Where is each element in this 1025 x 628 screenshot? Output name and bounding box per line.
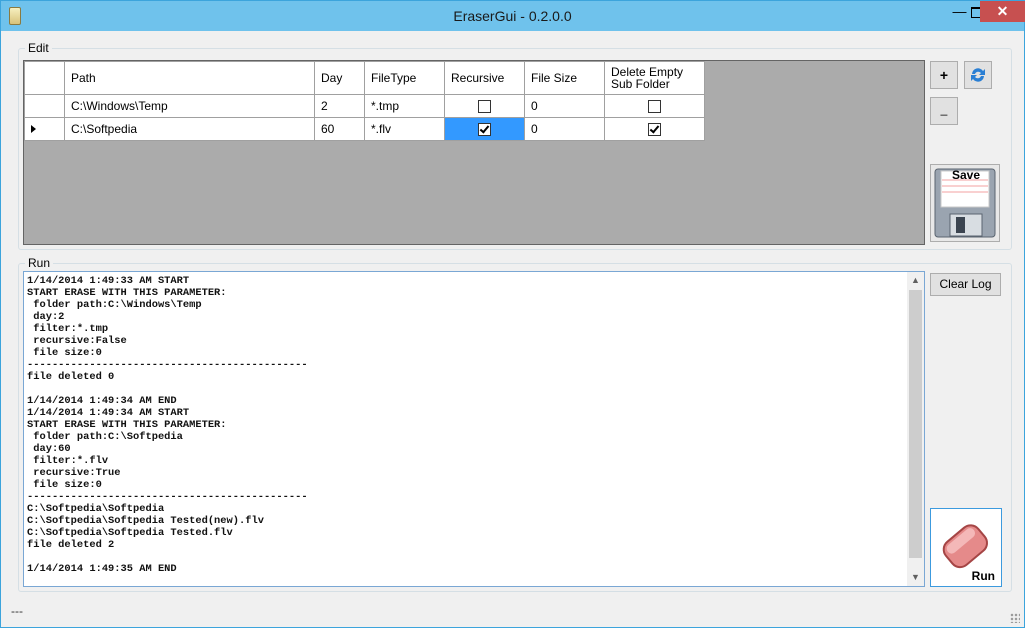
row-header-corner	[24, 61, 65, 95]
cell-filesize[interactable]: 0	[524, 117, 605, 141]
close-button[interactable]: ✕	[980, 1, 1025, 22]
recursive-checkbox[interactable]	[478, 100, 491, 114]
col-header-path[interactable]: Path	[64, 61, 315, 95]
scroll-thumb[interactable]	[909, 290, 922, 558]
delete-empty-checkbox[interactable]	[648, 123, 661, 137]
cell-day[interactable]: 2	[314, 94, 365, 118]
rules-grid[interactable]: Path Day FileType Recursive File Size De…	[23, 60, 925, 245]
resize-grip-icon[interactable]	[1010, 613, 1020, 623]
col-header-recursive[interactable]: Recursive	[444, 61, 525, 95]
clear-log-button[interactable]: Clear Log	[930, 273, 1001, 296]
row-header[interactable]	[24, 117, 65, 141]
log-textarea[interactable]: 1/14/2014 1:49:33 AM START START ERASE W…	[23, 271, 925, 587]
run-group-label: Run	[25, 256, 54, 270]
save-button[interactable]: Save	[930, 164, 1000, 242]
cell-recursive[interactable]	[444, 94, 525, 118]
remove-row-button[interactable]: _	[930, 97, 958, 125]
col-header-day[interactable]: Day	[314, 61, 365, 95]
title-bar[interactable]: EraserGui - 0.2.0.0 — ✕	[1, 1, 1025, 31]
grid-row[interactable]: C:\Softpedia 60 *.flv 0	[24, 117, 705, 141]
app-window: EraserGui - 0.2.0.0 — ✕ Edit Path Day Fi…	[0, 0, 1025, 628]
cell-day[interactable]: 60	[314, 117, 365, 141]
save-label: Save	[951, 168, 981, 182]
grid-row[interactable]: C:\Windows\Temp 2 *.tmp 0	[24, 94, 705, 118]
cell-delete-empty[interactable]	[604, 94, 705, 118]
scroll-down-icon[interactable]: ▼	[907, 569, 924, 586]
cell-path[interactable]: C:\Softpedia	[64, 117, 315, 141]
col-header-filetype[interactable]: FileType	[364, 61, 445, 95]
run-button[interactable]: Run	[930, 508, 1002, 587]
current-row-icon	[31, 125, 36, 133]
run-label: Run	[971, 569, 995, 583]
cell-filetype[interactable]: *.flv	[364, 117, 445, 141]
edit-group-label: Edit	[25, 41, 52, 55]
cell-delete-empty[interactable]	[604, 117, 705, 141]
cell-filetype[interactable]: *.tmp	[364, 94, 445, 118]
recursive-checkbox[interactable]	[478, 123, 491, 137]
scroll-up-icon[interactable]: ▲	[907, 272, 924, 289]
cell-filesize[interactable]: 0	[524, 94, 605, 118]
refresh-icon	[971, 68, 985, 82]
add-row-button[interactable]: +	[930, 61, 958, 89]
rules-table: Path Day FileType Recursive File Size De…	[24, 61, 705, 141]
cell-path[interactable]: C:\Windows\Temp	[64, 94, 315, 118]
row-header[interactable]	[24, 94, 65, 118]
status-bar-text: ---	[11, 604, 23, 618]
window-title: EraserGui - 0.2.0.0	[453, 8, 572, 24]
delete-empty-checkbox[interactable]	[648, 100, 661, 114]
grid-header-row: Path Day FileType Recursive File Size De…	[24, 61, 705, 95]
col-header-delete-empty[interactable]: Delete Empty Sub Folder	[604, 61, 705, 95]
cell-recursive[interactable]	[444, 117, 525, 141]
close-icon: ✕	[996, 3, 1009, 19]
refresh-button[interactable]	[964, 61, 992, 89]
log-vertical-scrollbar[interactable]: ▲ ▼	[907, 272, 924, 586]
col-header-filesize[interactable]: File Size	[524, 61, 605, 95]
log-text: 1/14/2014 1:49:33 AM START START ERASE W…	[27, 275, 308, 575]
